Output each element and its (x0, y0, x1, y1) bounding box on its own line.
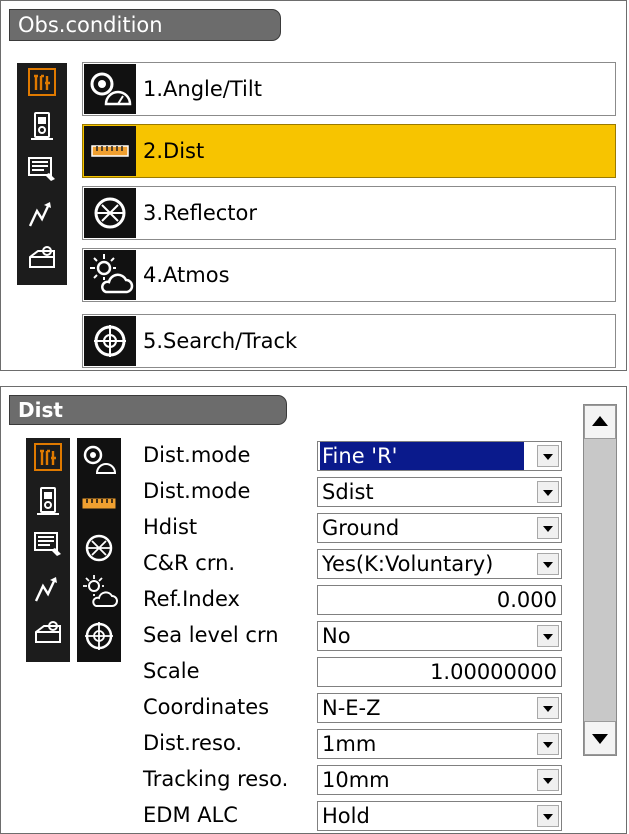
tracking-reso-dropdown[interactable]: 10mm (317, 765, 562, 795)
obs-condition-panel: Obs.condition 1.Angle/Tilt 2.Dist 3.Refl… (0, 0, 627, 371)
triangle-up-icon (592, 416, 608, 426)
menu-angle-tilt[interactable]: 1.Angle/Tilt (82, 62, 616, 116)
dist-mode-value: Fine 'R' (320, 442, 524, 470)
crosshair-icon[interactable] (79, 616, 119, 656)
tracking-reso-label: Tracking reso. (143, 767, 289, 791)
chevron-down-icon[interactable] (537, 733, 559, 755)
menu-dist[interactable]: 2.Dist (82, 124, 616, 178)
triangle-down-icon (592, 734, 608, 744)
chevron-down-icon[interactable] (537, 481, 559, 503)
display-setting-icon[interactable] (33, 530, 63, 560)
chevron-down-icon[interactable] (537, 697, 559, 719)
obs-settings-icon[interactable] (27, 67, 57, 97)
instrument-icon[interactable] (27, 111, 57, 141)
dist-mode-2-value: Sdist (322, 480, 374, 504)
vertical-scrollbar[interactable] (583, 404, 617, 756)
edm-alc-label: EDM ALC (143, 803, 238, 827)
coordinates-label: Coordinates (143, 695, 270, 719)
dist-mode-label: Dist.mode (143, 443, 251, 467)
edm-alc-value: Hold (322, 804, 370, 828)
menu-label: 3.Reflector (143, 201, 258, 225)
menu-atmos[interactable]: 4.Atmos (82, 248, 616, 302)
tracking-reso-value: 10mm (322, 768, 390, 792)
scale-label: Scale (143, 659, 200, 683)
communication-icon[interactable] (27, 199, 57, 229)
dist-reso-label: Dist.reso. (143, 731, 243, 755)
scroll-down-button[interactable] (584, 721, 616, 755)
obs-condition-title: Obs.condition (9, 9, 281, 41)
unit-box-icon[interactable] (33, 618, 63, 648)
angle-tilt-icon[interactable] (79, 440, 119, 480)
chevron-down-icon[interactable] (537, 445, 559, 467)
chevron-down-icon[interactable] (537, 517, 559, 539)
chevron-down-icon[interactable] (537, 553, 559, 575)
cr-crn-value: Yes(K:Voluntary) (322, 552, 494, 576)
menu-reflector[interactable]: 3.Reflector (82, 186, 616, 240)
angle-tilt-icon (84, 64, 136, 114)
dist-mode-dropdown[interactable]: Fine 'R' (317, 441, 562, 471)
hdist-dropdown[interactable]: Ground (317, 513, 562, 543)
ref-index-field[interactable]: 0.000 (317, 585, 562, 615)
cr-crn-label: C&R crn. (143, 551, 236, 575)
dist-mode-2-dropdown[interactable]: Sdist (317, 477, 562, 507)
obs-settings-icon[interactable] (33, 442, 63, 472)
obs-subcategory-bar (77, 438, 121, 662)
reflector-icon[interactable] (79, 528, 119, 568)
sea-level-crn-value: No (322, 624, 351, 648)
ruler-icon[interactable] (79, 484, 119, 524)
chevron-down-icon[interactable] (537, 769, 559, 791)
sea-level-crn-label: Sea level crn (143, 623, 279, 647)
edm-alc-dropdown[interactable]: Hold (317, 801, 562, 831)
category-sidebar (17, 63, 67, 285)
ruler-icon (84, 126, 136, 176)
chevron-down-icon[interactable] (537, 625, 559, 647)
dist-title: Dist (9, 395, 287, 425)
menu-label: 1.Angle/Tilt (143, 77, 262, 101)
ref-index-value: 0.000 (496, 588, 557, 612)
display-setting-icon[interactable] (27, 155, 57, 185)
menu-label: 5.Search/Track (143, 329, 298, 353)
scale-field[interactable]: 1.00000000 (317, 657, 562, 687)
instrument-icon[interactable] (33, 486, 63, 516)
dist-mode-2-label: Dist.mode (143, 479, 251, 503)
coordinates-dropdown[interactable]: N-E-Z (317, 693, 562, 723)
ref-index-label: Ref.Index (143, 587, 240, 611)
sun-cloud-icon[interactable] (79, 572, 119, 612)
chevron-down-icon[interactable] (537, 805, 559, 827)
unit-box-icon[interactable] (27, 243, 57, 273)
hdist-value: Ground (322, 516, 400, 540)
sea-level-crn-dropdown[interactable]: No (317, 621, 562, 651)
cr-crn-dropdown[interactable]: Yes(K:Voluntary) (317, 549, 562, 579)
scroll-up-button[interactable] (584, 405, 616, 439)
hdist-label: Hdist (143, 515, 198, 539)
menu-label: 4.Atmos (143, 263, 230, 287)
dist-reso-value: 1mm (322, 732, 377, 756)
dist-reso-dropdown[interactable]: 1mm (317, 729, 562, 759)
communication-icon[interactable] (33, 574, 63, 604)
scale-value: 1.00000000 (430, 660, 557, 684)
reflector-icon (84, 188, 136, 238)
menu-label: 2.Dist (143, 139, 205, 163)
coordinates-value: N-E-Z (322, 696, 381, 720)
menu-search-track[interactable]: 5.Search/Track (82, 314, 616, 368)
category-sidebar-dist (26, 438, 70, 662)
crosshair-icon (84, 316, 136, 366)
sun-cloud-icon (84, 250, 136, 300)
